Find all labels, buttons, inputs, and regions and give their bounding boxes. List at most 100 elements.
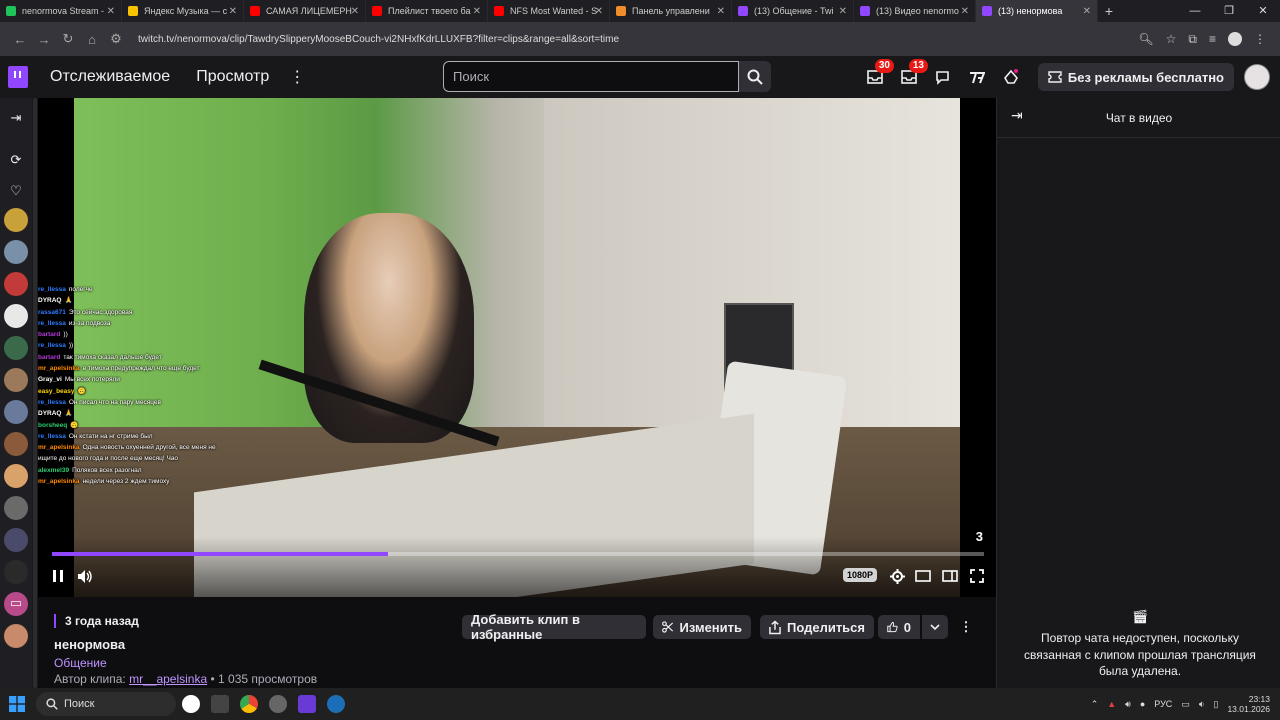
whispers-inbox-button[interactable]: 13 — [892, 56, 928, 98]
search-button[interactable] — [739, 61, 771, 92]
maximize-icon[interactable]: ❐ — [1212, 0, 1246, 22]
pause-button[interactable] — [50, 566, 66, 586]
user-avatar[interactable] — [1244, 64, 1270, 90]
for-you-icon[interactable]: ⟳ — [4, 148, 28, 172]
media-icon[interactable]: ≡ — [1209, 32, 1216, 47]
category-link[interactable]: Общение — [54, 656, 107, 670]
tray-app-icon[interactable]: ● — [1140, 699, 1145, 709]
tab-close-icon[interactable]: ✕ — [839, 6, 847, 17]
nav-following[interactable]: Отслеживаемое — [50, 68, 170, 86]
followed-channel-avatar[interactable] — [4, 208, 28, 232]
video-player[interactable]: re_llessa полегче DYRAQ 🙏 rassa671 Это сейчас… — [38, 98, 996, 597]
tray-chevron-icon[interactable]: ⌃ — [1091, 699, 1099, 710]
followed-channel-avatar[interactable] — [4, 528, 28, 552]
followed-channel-avatar[interactable] — [4, 272, 28, 296]
tray-warning-icon[interactable]: ▲ — [1107, 699, 1116, 709]
home-icon[interactable]: ⌂ — [80, 32, 104, 47]
taskbar-search[interactable]: Поиск — [36, 692, 176, 716]
overlay-chat-message: Gray_vi Мы всех потеряли — [38, 374, 278, 385]
followed-channel-avatar[interactable] — [4, 496, 28, 520]
more-options-button[interactable]: ⋮ — [955, 615, 977, 639]
forward-icon[interactable]: → — [32, 32, 56, 47]
bookmark-star-icon[interactable]: ☆ — [1166, 32, 1177, 47]
speaker-icon[interactable]: 🔊︎ — [1125, 699, 1131, 710]
followed-channel-avatar[interactable] — [4, 560, 28, 584]
add-to-favorites-button[interactable]: Добавить клип в избранные — [462, 612, 646, 642]
volume-tray-icon[interactable]: 🔉︎ — [1199, 699, 1205, 710]
extension-button[interactable] — [960, 56, 994, 98]
nav-browse[interactable]: Просмотр — [196, 68, 269, 86]
minimize-icon[interactable]: — — [1178, 0, 1212, 22]
edit-button[interactable]: Изменить — [653, 615, 751, 639]
browser-tab[interactable]: NFS Most Wanted - S ✕ — [488, 0, 610, 22]
vs-taskbar-icon[interactable] — [293, 690, 321, 718]
volume-button[interactable] — [76, 566, 94, 586]
browser-tab[interactable]: nenormova Stream - ✕ — [0, 0, 122, 22]
browser-tab[interactable]: (13) Видео nenormo ✕ — [854, 0, 976, 22]
tab-close-icon[interactable]: ✕ — [229, 6, 237, 17]
followed-channel-avatar[interactable] — [4, 368, 28, 392]
battery-icon[interactable]: ▯ — [1214, 699, 1219, 710]
network-icon[interactable]: ▭ — [1181, 699, 1190, 710]
tab-close-icon[interactable]: ✕ — [595, 6, 603, 17]
followed-channel-avatar[interactable] — [4, 432, 28, 456]
heart-icon[interactable]: ♡ — [4, 179, 28, 203]
language-indicator[interactable]: РУС — [1154, 699, 1172, 709]
profile-avatar[interactable] — [1228, 31, 1242, 46]
share-button[interactable]: Поделиться — [760, 615, 874, 639]
ad-free-button[interactable]: Без рекламы бесплатно — [1037, 63, 1234, 91]
side-panel-button[interactable] — [941, 566, 959, 586]
tab-close-icon[interactable]: ✕ — [717, 6, 725, 17]
start-button[interactable] — [0, 696, 34, 712]
video-icon[interactable]: ▭ — [4, 591, 28, 615]
settings-button[interactable] — [888, 566, 906, 586]
search-input[interactable]: Поиск — [443, 61, 739, 92]
whispers-button[interactable] — [926, 56, 960, 98]
tab-close-icon[interactable]: ✕ — [961, 6, 969, 17]
browser-tab[interactable]: (13) Общение - Twi ✕ — [732, 0, 854, 22]
close-window-icon[interactable]: ✕ — [1246, 0, 1280, 22]
overlay-chat-text: 🙃 — [77, 387, 86, 395]
tab-close-icon[interactable]: ✕ — [473, 6, 481, 17]
twitch-logo-icon[interactable] — [0, 56, 36, 98]
clock[interactable]: 23:13 13.01.2026 — [1227, 694, 1270, 714]
browser-tab[interactable]: Панель управлени ✕ — [610, 0, 732, 22]
app-taskbar-icon[interactable] — [206, 690, 234, 718]
extensions-icon[interactable]: ⧉ — [1188, 32, 1197, 47]
site-info-icon[interactable]: ⚙ — [104, 31, 128, 47]
more-menu-icon[interactable]: ⋮ — [289, 67, 305, 87]
author-link[interactable]: mr__apelsinka — [129, 672, 207, 686]
tab-close-icon[interactable]: ✕ — [1083, 6, 1091, 17]
back-icon[interactable]: ← — [8, 32, 32, 47]
tab-close-icon[interactable]: ✕ — [107, 6, 115, 17]
progress-bar[interactable] — [52, 552, 984, 556]
zoom-icon[interactable]: 🔍︎ — [1138, 32, 1153, 47]
new-tab-icon[interactable]: + — [1098, 3, 1120, 19]
like-button[interactable]: 0 — [878, 615, 920, 639]
browser-menu-icon[interactable]: ⋮ — [1254, 32, 1266, 47]
prime-button[interactable] — [994, 56, 1028, 98]
yandex-browser-taskbar-icon[interactable] — [177, 690, 205, 718]
expand-rail-icon[interactable]: ⇥ — [4, 106, 28, 130]
url-field[interactable]: twitch.tv/nenormova/clip/TawdrySlipperyM… — [138, 34, 1138, 45]
browser-tab[interactable]: Яндекс Музыка — с ✕ — [122, 0, 244, 22]
followed-channel-avatar[interactable] — [4, 240, 28, 264]
followed-channel-avatar[interactable] — [4, 400, 28, 424]
browser-tab[interactable]: САМАЯ ЛИЦЕМЕРН ✕ — [244, 0, 366, 22]
followed-channel-avatar[interactable] — [4, 624, 28, 648]
browser-tab[interactable]: Плейлист твоего ба ✕ — [366, 0, 488, 22]
like-dropdown-button[interactable] — [922, 615, 948, 639]
steam-like-taskbar-icon[interactable] — [264, 690, 292, 718]
followed-channel-avatar[interactable] — [4, 304, 28, 328]
tab-close-icon[interactable]: ✕ — [351, 6, 359, 17]
theatre-mode-button[interactable] — [914, 566, 932, 586]
chrome-taskbar-icon[interactable] — [235, 690, 263, 718]
channel-name[interactable]: ненормова — [54, 637, 125, 652]
fullscreen-button[interactable] — [968, 566, 986, 586]
followed-channel-avatar[interactable] — [4, 336, 28, 360]
followed-channel-avatar[interactable] — [4, 464, 28, 488]
steam-taskbar-icon[interactable] — [322, 690, 350, 718]
reload-icon[interactable]: ↻ — [56, 31, 80, 47]
notifications-button[interactable]: 30 — [858, 56, 894, 98]
browser-tab[interactable]: (13) ненормова ✕ — [976, 0, 1098, 22]
